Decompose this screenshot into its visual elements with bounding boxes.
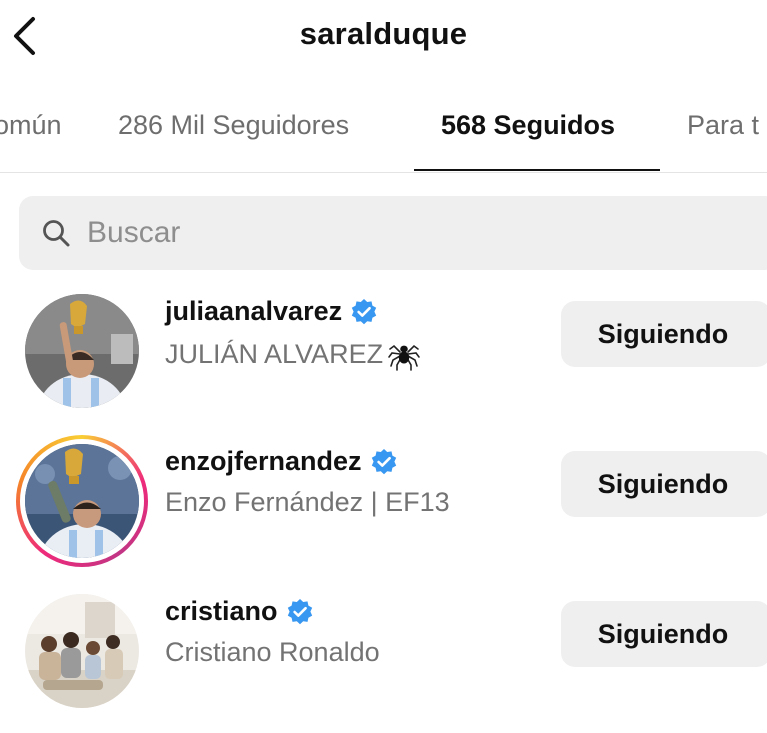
page-title: saralduque <box>299 16 468 51</box>
spider-icon <box>388 344 420 371</box>
full-name-text: Enzo Fernández | EF13 <box>165 487 450 517</box>
verified-badge-icon <box>371 448 396 474</box>
username[interactable]: cristiano <box>165 596 314 627</box>
username[interactable]: enzojfernandez <box>165 446 398 477</box>
avatar[interactable] <box>25 294 139 408</box>
avatar[interactable] <box>25 444 139 558</box>
tab-for-you[interactable]: Para t <box>687 110 759 141</box>
full-name-text: Cristiano Ronaldo <box>165 637 380 667</box>
search-placeholder: Buscar <box>87 216 181 249</box>
following-button[interactable]: Siguiendo <box>561 301 767 367</box>
full-name: Cristiano Ronaldo <box>165 637 380 668</box>
following-button[interactable]: Siguiendo <box>561 451 767 517</box>
username[interactable]: juliaanalvarez <box>165 296 378 327</box>
list-item[interactable]: enzojfernandez Enzo Fernández | EF13 Sig… <box>0 428 767 567</box>
verified-badge-icon <box>287 598 312 624</box>
tab-bar: omún 286 Mil Seguidores 568 Seguidos Par… <box>0 90 767 173</box>
list-item[interactable]: cristiano Cristiano Ronaldo Siguiendo <box>0 578 767 708</box>
tab-followers[interactable]: 286 Mil Seguidores <box>118 110 349 141</box>
username-text: cristiano <box>165 596 278 626</box>
full-name: JULIÁN ALVAREZ <box>165 337 421 371</box>
full-name: Enzo Fernández | EF13 <box>165 487 450 518</box>
avatar[interactable] <box>25 594 139 708</box>
tab-following[interactable]: 568 Seguidos <box>441 110 615 141</box>
verified-badge-icon <box>351 298 377 324</box>
following-button[interactable]: Siguiendo <box>561 601 767 667</box>
list-item[interactable]: juliaanalvarez JULIÁN ALVAREZ Siguiendo <box>0 278 767 408</box>
top-bar: saralduque <box>0 0 767 76</box>
search-icon <box>43 220 70 247</box>
full-name-text: JULIÁN ALVAREZ <box>165 338 384 369</box>
username-text: juliaanalvarez <box>165 296 343 326</box>
tab-in-common[interactable]: omún <box>0 110 62 141</box>
username-text: enzojfernandez <box>165 446 362 476</box>
search-input[interactable]: Buscar <box>19 196 767 270</box>
active-tab-indicator <box>414 169 660 171</box>
